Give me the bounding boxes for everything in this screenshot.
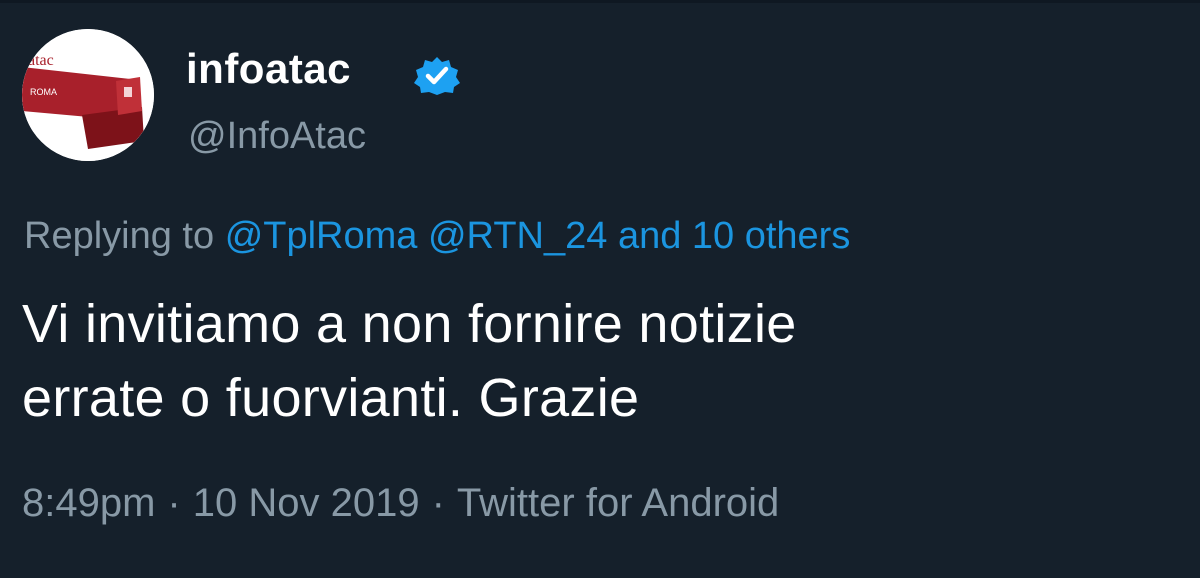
avatar[interactable]: atac ROMA (22, 29, 154, 161)
tweet-text: Vi invitiamo a non fornire notizie errat… (22, 287, 1172, 435)
replying-prefix: Replying to (24, 215, 215, 257)
verified-badge-icon (412, 55, 462, 95)
avatar-text-top: atac (28, 52, 54, 69)
tweet-text-line-1: Vi invitiamo a non fornire notizie (22, 294, 797, 354)
reply-others-link[interactable]: and 10 others (618, 215, 850, 257)
replying-to: Replying to @TplRoma @RTN_24 and 10 othe… (24, 215, 850, 258)
display-name[interactable]: infoatac (186, 45, 351, 93)
reply-mention-tplroma[interactable]: @TplRoma (225, 215, 418, 257)
tweet-text-line-2: errate o fuorvianti. Grazie (22, 368, 640, 428)
tweet-card: atac ROMA infoatac @InfoAtac Replying to… (0, 0, 1200, 578)
tweet-time[interactable]: 8:49pm (22, 481, 155, 525)
meta-separator: · (431, 481, 445, 525)
meta-separator: · (167, 481, 181, 525)
handle[interactable]: @InfoAtac (188, 115, 366, 158)
tweet-meta: 8:49pm · 10 Nov 2019 · Twitter for Android (22, 481, 779, 526)
reply-mention-rtn24[interactable]: @RTN_24 (428, 215, 607, 257)
tweet-date[interactable]: 10 Nov 2019 (193, 481, 420, 525)
tweet-source[interactable]: Twitter for Android (457, 481, 779, 525)
atac-logo-icon: atac ROMA (22, 29, 154, 161)
avatar-text-sign: ROMA (30, 87, 57, 97)
